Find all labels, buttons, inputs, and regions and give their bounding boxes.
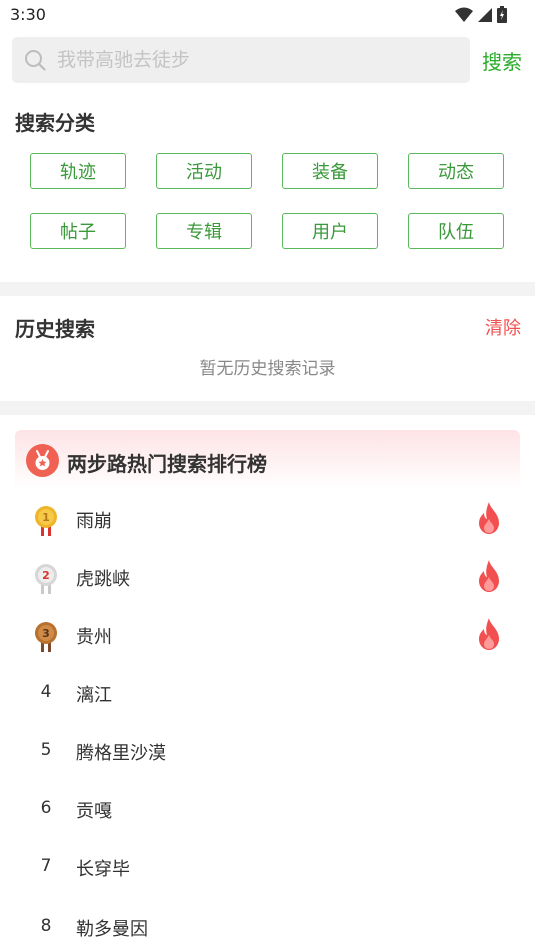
ranking-row[interactable]: 2 虎跳峡 xyxy=(0,550,535,608)
fire-icon xyxy=(479,618,499,650)
history-empty-text: 暂无历史搜索记录 xyxy=(199,359,336,379)
ranking-title: 两步路热门搜索排行榜 xyxy=(67,452,267,476)
section-divider xyxy=(0,282,535,296)
battery-icon xyxy=(497,6,507,23)
ranking-row[interactable]: 7 长穿毕 xyxy=(0,840,535,898)
status-time: 3:30 xyxy=(10,5,46,24)
category-button[interactable]: 帖子 xyxy=(30,213,126,249)
fire-icon xyxy=(479,560,499,592)
search-page: 3:30 搜索 搜索分类 轨迹 活动 装备 动态 帖子 专辑 用户 队 xyxy=(0,0,535,951)
history-title: 历史搜索 xyxy=(15,317,95,341)
signal-icon xyxy=(478,7,492,22)
category-button[interactable]: 轨迹 xyxy=(30,153,126,189)
search-box[interactable] xyxy=(12,37,470,83)
svg-text:3: 3 xyxy=(42,627,50,640)
clear-history-button[interactable]: 清除 xyxy=(485,314,521,340)
ranking-row[interactable]: 4 漓江 xyxy=(0,666,535,724)
ranking-item-name: 雨崩 xyxy=(76,511,112,532)
status-bar: 3:30 xyxy=(0,0,535,30)
status-icons xyxy=(455,6,507,23)
ranking-row[interactable]: 8 勒多曼因 xyxy=(0,892,535,951)
ranking-row[interactable]: 3 贵州 xyxy=(0,608,535,666)
category-button[interactable]: 专辑 xyxy=(156,213,252,249)
category-button[interactable]: 动态 xyxy=(408,153,504,189)
category-button[interactable]: 用户 xyxy=(282,213,378,249)
ranking-row[interactable]: 1 雨崩 xyxy=(0,492,535,550)
ranking-item-name: 腾格里沙漠 xyxy=(76,743,166,764)
category-button[interactable]: 活动 xyxy=(156,153,252,189)
ranking-item-name: 贡嘎 xyxy=(76,801,112,822)
ranking-number: 6 xyxy=(40,798,52,818)
ranking-item-name: 长穿毕 xyxy=(76,859,130,880)
ranking-item-name: 勒多曼因 xyxy=(76,919,148,940)
ranking-number: 4 xyxy=(40,682,52,702)
bronze-medal-icon: 3 xyxy=(35,622,57,652)
section-divider xyxy=(0,401,535,415)
gold-medal-icon: 1 xyxy=(35,506,57,536)
search-icon xyxy=(25,50,46,71)
ranking-row[interactable]: 5 腾格里沙漠 xyxy=(0,724,535,782)
wifi-icon xyxy=(455,7,473,22)
category-button[interactable]: 队伍 xyxy=(408,213,504,249)
svg-text:2: 2 xyxy=(42,569,50,582)
ranking-number: 8 xyxy=(40,916,52,936)
categories-title: 搜索分类 xyxy=(15,111,95,135)
search-input[interactable] xyxy=(57,37,457,83)
category-button[interactable]: 装备 xyxy=(282,153,378,189)
silver-medal-icon: 2 xyxy=(35,564,57,594)
fire-icon xyxy=(479,502,499,534)
ranking-number: 7 xyxy=(40,856,52,876)
ranking-row[interactable]: 6 贡嘎 xyxy=(0,782,535,840)
medal-badge-icon xyxy=(26,444,59,477)
ranking-item-name: 虎跳峡 xyxy=(76,569,130,590)
ranking-item-name: 贵州 xyxy=(76,627,112,648)
ranking-number: 5 xyxy=(40,740,52,760)
ranking-item-name: 漓江 xyxy=(76,685,112,706)
svg-text:1: 1 xyxy=(42,511,50,524)
search-button[interactable]: 搜索 xyxy=(482,46,522,75)
